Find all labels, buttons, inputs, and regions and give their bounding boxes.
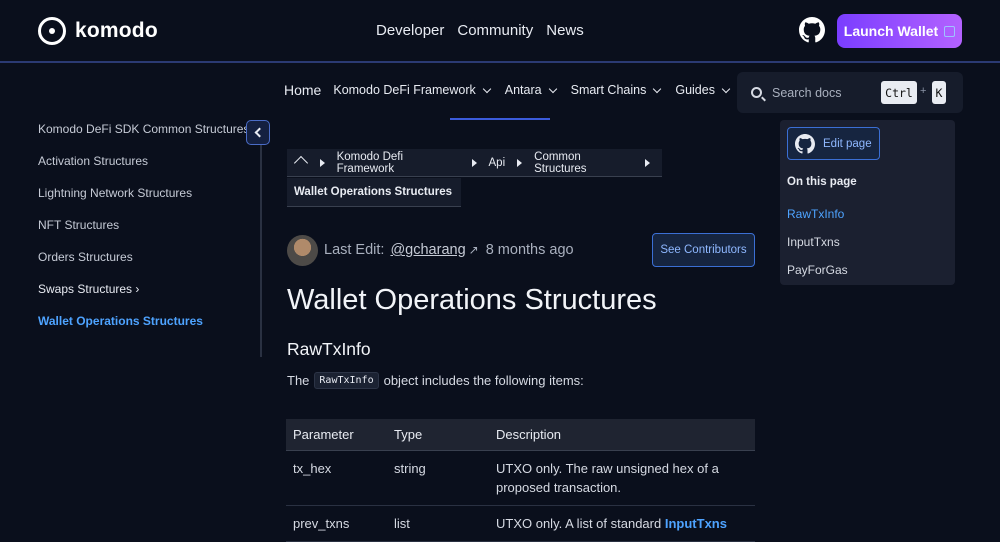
inputtxns-link[interactable]: InputTxns xyxy=(665,516,727,531)
last-edit-info: Last Edit: @gcharang ↗ 8 months ago xyxy=(287,234,574,266)
komodo-logo-icon xyxy=(38,17,66,45)
nav-link-community[interactable]: Community xyxy=(457,22,533,39)
subnav-komodo-defi-framework[interactable]: Komodo DeFi Framework xyxy=(333,82,492,98)
section-heading-rawtxinfo: RawTxInfo xyxy=(287,339,371,359)
chevron-down-icon xyxy=(482,84,492,93)
table-row: prev_txns list UTXO only. A list of stan… xyxy=(286,505,755,542)
launch-wallet-label: Launch Wallet xyxy=(843,23,939,39)
see-contributors-button[interactable]: See Contributors xyxy=(652,233,755,267)
search-docs-input[interactable]: Search docs Ctrl K xyxy=(737,72,963,113)
subnav-guides[interactable]: Guides xyxy=(675,82,731,98)
table-header-row: Parameter Type Description xyxy=(286,419,755,451)
active-section-underline xyxy=(450,118,550,120)
breadcrumb-item[interactable]: Api xyxy=(489,157,506,169)
toc-item-inputtxns[interactable]: InputTxns xyxy=(787,235,840,249)
para-text: The xyxy=(287,373,310,388)
sidebar: Komodo DeFi SDK Common Structures Activa… xyxy=(38,120,253,344)
external-link-icon xyxy=(944,25,956,37)
subnav-label: Guides xyxy=(675,83,715,97)
avatar xyxy=(287,234,318,266)
kbd-k: K xyxy=(932,81,946,104)
table-cell: UTXO only. A list of standard InputTxns xyxy=(489,505,755,542)
sidebar-divider xyxy=(260,145,262,357)
breadcrumb-item[interactable]: Common Structures xyxy=(534,151,633,175)
github-icon[interactable] xyxy=(799,17,825,43)
sidebar-item-orders-structures[interactable]: Orders Structures xyxy=(38,248,253,266)
search-placeholder: Search docs xyxy=(772,85,842,100)
column-header: Type xyxy=(387,419,489,451)
sidebar-item-activation-structures[interactable]: Activation Structures xyxy=(38,152,253,170)
edit-page-button[interactable]: Edit page xyxy=(787,127,880,160)
parameters-table: Parameter Type Description tx_hex string… xyxy=(286,419,755,542)
toc-item-rawtxinfo[interactable]: RawTxInfo xyxy=(787,207,844,221)
subnav-antara[interactable]: Antara xyxy=(504,82,557,98)
kbd-plus: + xyxy=(920,85,927,97)
chevron-down-icon xyxy=(653,84,662,93)
column-header: Parameter xyxy=(286,419,387,451)
last-edit-time: 8 months ago xyxy=(485,242,574,258)
table-cell: tx_hex xyxy=(286,450,387,506)
cell-text: UTXO only. A list of standard xyxy=(496,515,662,531)
github-icon xyxy=(795,133,815,154)
on-this-page-panel: Edit page On this page RawTxInfo InputTx… xyxy=(780,120,955,285)
breadcrumb-separator-icon xyxy=(517,158,523,167)
sidebar-item-swaps-structures[interactable]: Swaps Structures › xyxy=(38,280,253,298)
subnav-smart-chains[interactable]: Smart Chains xyxy=(570,82,662,98)
on-this-page-title: On this page xyxy=(787,176,857,188)
edit-page-label: Edit page xyxy=(823,137,872,150)
breadcrumb-separator-icon xyxy=(645,158,650,167)
subnav-label: Komodo DeFi Framework xyxy=(333,83,476,97)
chevron-right-icon: › xyxy=(135,282,140,296)
subnav-label: Smart Chains xyxy=(570,83,647,97)
chevron-down-icon xyxy=(548,84,557,93)
sidebar-item-lightning-network-structures[interactable]: Lightning Network Structures xyxy=(38,184,253,202)
komodo-logo[interactable]: komodo xyxy=(38,17,158,45)
table-row: tx_hex string UTXO only. The raw unsigne… xyxy=(286,450,755,506)
breadcrumb-separator-icon xyxy=(319,158,325,167)
sidebar-item-common-structures[interactable]: Komodo DeFi SDK Common Structures xyxy=(38,120,253,138)
launch-wallet-button[interactable]: Launch Wallet xyxy=(837,14,962,48)
chevron-down-icon xyxy=(721,84,731,93)
chevron-left-icon xyxy=(254,127,265,138)
column-header: Description xyxy=(489,419,755,451)
breadcrumb-separator-icon xyxy=(471,158,477,167)
subnav-label: Antara xyxy=(504,83,542,97)
breadcrumb-current: Wallet Operations Structures xyxy=(287,178,461,207)
page-title: Wallet Operations Structures xyxy=(287,284,657,316)
top-navbar: komodo Developer Community News Launch W… xyxy=(0,0,1000,63)
external-arrow-icon: ↗ xyxy=(468,243,479,257)
breadcrumb: Komodo Defi Framework Api Common Structu… xyxy=(287,149,662,177)
top-nav-links: Developer Community News xyxy=(376,22,584,39)
sidebar-item-nft-structures[interactable]: NFT Structures xyxy=(38,216,253,234)
nav-link-news[interactable]: News xyxy=(546,22,584,39)
table-cell: list xyxy=(387,505,489,542)
kbd-ctrl: Ctrl xyxy=(881,81,917,104)
sidebar-item-wallet-operations-structures[interactable]: Wallet Operations Structures xyxy=(38,312,253,330)
logo-text: komodo xyxy=(75,19,158,42)
para-text: object includes the following items: xyxy=(383,373,584,388)
search-icon xyxy=(751,87,762,98)
section-description: The RawTxInfo object includes the follow… xyxy=(287,372,584,389)
table-cell: string xyxy=(387,450,489,506)
breadcrumb-item[interactable]: Komodo Defi Framework xyxy=(337,151,460,175)
docs-subnav: Home Komodo DeFi Framework Antara Smart … xyxy=(284,82,744,98)
table-cell: prev_txns xyxy=(286,505,387,542)
last-edit-label: Last Edit: xyxy=(324,242,385,258)
collapse-sidebar-button[interactable] xyxy=(246,120,270,145)
table-cell: UTXO only. The raw unsigned hex of a pro… xyxy=(489,450,755,506)
toc-item-payforgas[interactable]: PayForGas xyxy=(787,263,848,277)
home-icon[interactable] xyxy=(295,157,308,168)
nav-link-developer[interactable]: Developer xyxy=(376,22,444,39)
sidebar-item-label: Swaps Structures xyxy=(38,282,133,296)
subnav-home[interactable]: Home xyxy=(284,82,321,98)
inline-code: RawTxInfo xyxy=(314,372,379,389)
last-edit-user-link[interactable]: @gcharang xyxy=(390,242,465,258)
